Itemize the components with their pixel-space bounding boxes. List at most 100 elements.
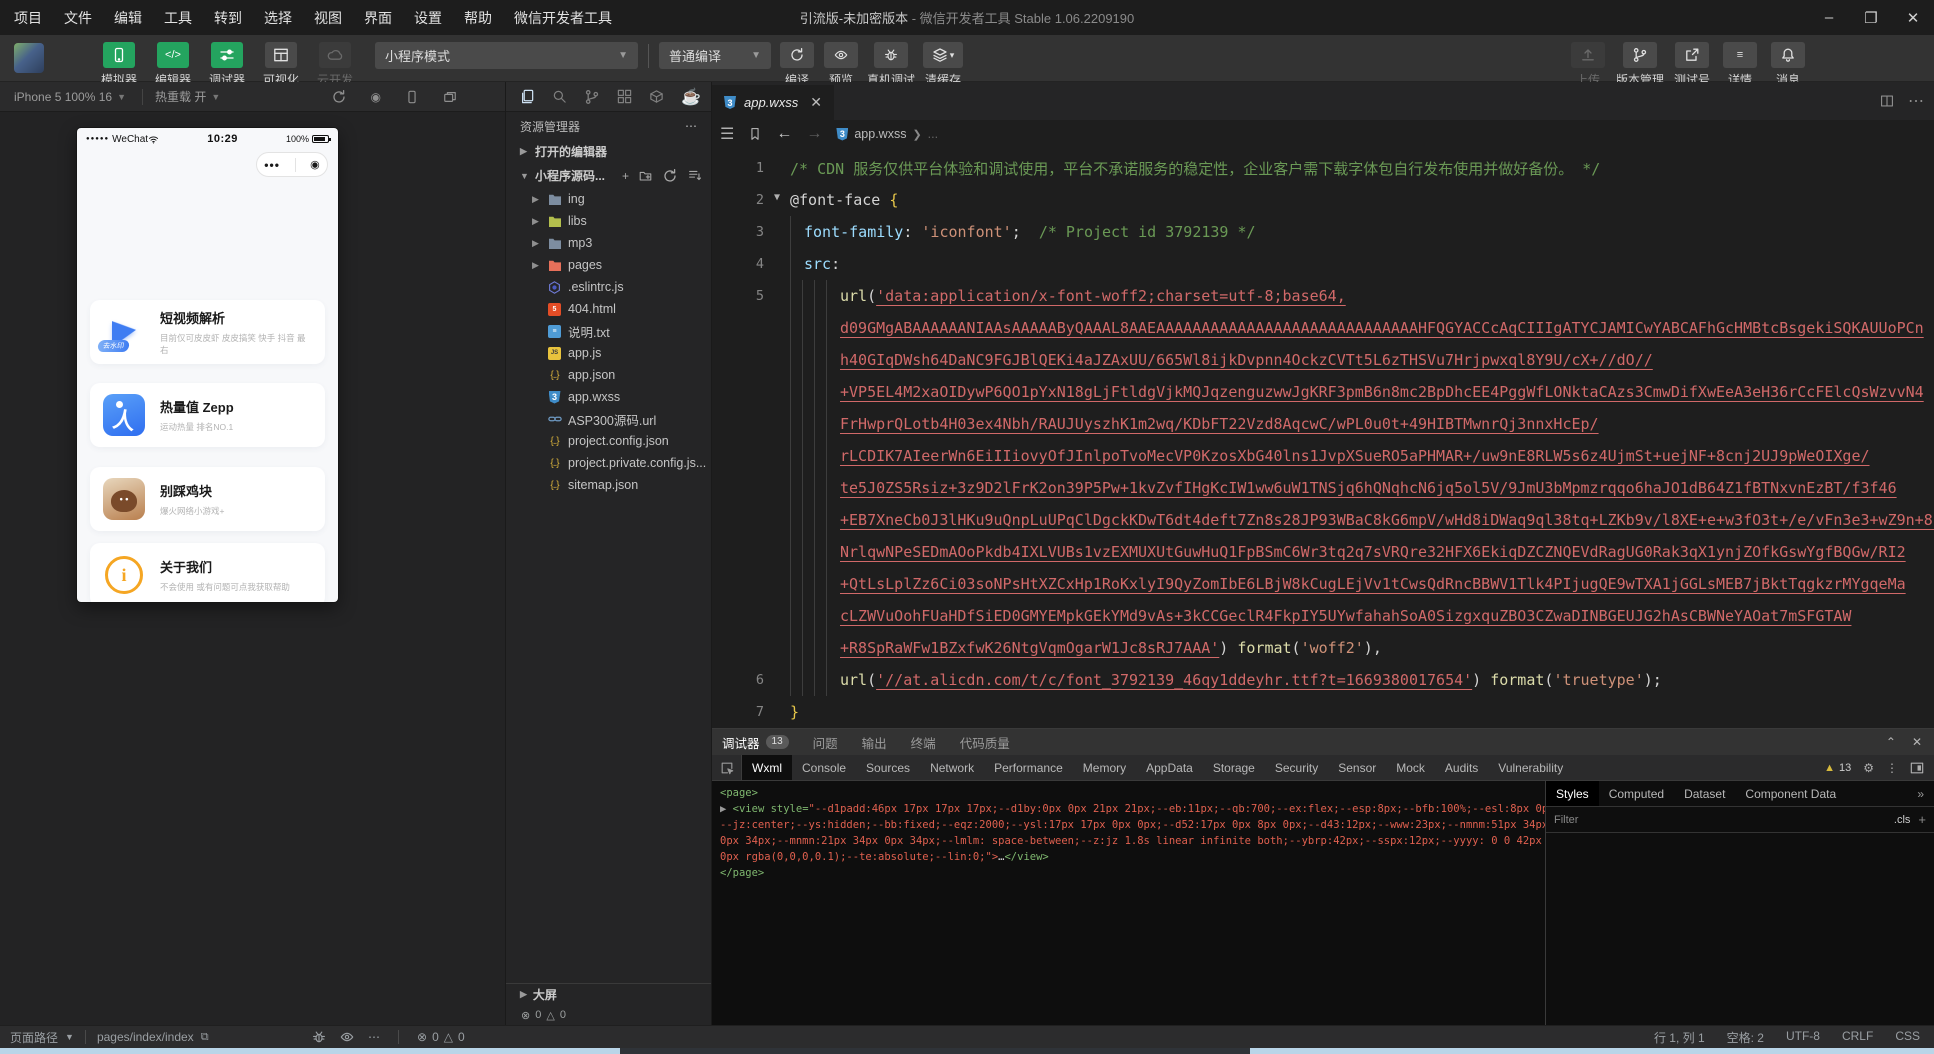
more-icon[interactable]: ⋯: [685, 119, 697, 133]
package-icon[interactable]: [649, 89, 664, 104]
code-line[interactable]: 2 ▼ @font-face {: [712, 184, 1934, 216]
device-selector[interactable]: iPhone 5 100% 16: [14, 90, 112, 104]
styles-tab-styles[interactable]: Styles: [1546, 781, 1599, 806]
close-tab-icon[interactable]: ✕: [810, 94, 822, 111]
menu-item[interactable]: 转到: [214, 8, 242, 28]
current-page-path[interactable]: pages/index/index: [97, 1030, 194, 1044]
code-line[interactable]: +R8SpRaWFw1BZxfwK26NtgVqmOgarW1Jc8sRJ7AA…: [712, 632, 1934, 664]
tree-item[interactable]: {..} sitemap.json: [506, 474, 711, 496]
devtools-tab-audits[interactable]: Audits: [1435, 755, 1488, 780]
inspect-element-icon[interactable]: [712, 755, 742, 780]
devtools-tab-appdata[interactable]: AppData: [1136, 755, 1203, 780]
menu-item[interactable]: 选择: [264, 8, 292, 28]
styles-tab-dataset[interactable]: Dataset: [1674, 781, 1735, 806]
tree-item[interactable]: ▶ pages: [506, 254, 711, 276]
tree-item[interactable]: {..} app.json: [506, 364, 711, 386]
exit-target-icon[interactable]: ◉: [310, 158, 320, 171]
bug-icon[interactable]: [312, 1030, 326, 1044]
mini-program-card[interactable]: 去水印 短视频解析 目前仅可皮皮虾 皮皮搞笑 快手 抖音 最右: [90, 300, 325, 364]
wxml-tree[interactable]: <page> ▶ <view style="--d1padd:46px 17px …: [712, 781, 1545, 1025]
devtools-tab-sources[interactable]: Sources: [856, 755, 920, 780]
outline-icon[interactable]: ☰: [720, 124, 734, 144]
mode-select-0[interactable]: 小程序模式 ▼: [375, 42, 638, 69]
tree-item[interactable]: {..} project.config.json: [506, 430, 711, 452]
close-icon[interactable]: ✕: [1892, 0, 1934, 35]
wxml-node[interactable]: 0px 34px;--mnmn:21px 34px 0px 34px;--lml…: [720, 833, 1545, 849]
hot-reload-toggle[interactable]: 热重载 开: [155, 88, 206, 105]
devtools-settings-gear-icon[interactable]: ⚙: [1863, 761, 1874, 775]
styles-tab-computed[interactable]: Computed: [1599, 781, 1674, 806]
devtools-tab-mock[interactable]: Mock: [1386, 755, 1435, 780]
device-icon[interactable]: [405, 89, 419, 105]
menu-item[interactable]: 工具: [164, 8, 192, 28]
open-editors-section[interactable]: ▶ 打开的编辑器: [506, 140, 711, 163]
debugger-tab-终端[interactable]: 终端: [911, 733, 936, 752]
code-line[interactable]: +QtLsLplZz6Ci03soNPsHtXZCxHp1RoKxlyI9QyZ…: [712, 568, 1934, 600]
fold-chevron-icon[interactable]: ▼: [774, 192, 780, 203]
code-line[interactable]: NrlqwNPeSEDmAOoPkdb4IXLVUBs1vzEXMUXUtGuw…: [712, 536, 1934, 568]
tabs-overflow-icon[interactable]: »: [1917, 781, 1934, 806]
minimize-icon[interactable]: –: [1808, 0, 1850, 35]
files-icon[interactable]: [520, 89, 535, 104]
search-icon[interactable]: [552, 89, 567, 104]
wxml-node[interactable]: </page>: [720, 865, 1545, 881]
devtools-tab-storage[interactable]: Storage: [1203, 755, 1265, 780]
kettle-icon[interactable]: ☕: [681, 87, 701, 107]
code-line[interactable]: rLCDIK7AIeerWn6EiIIiovyOfJInlpoTvoMecVP0…: [712, 440, 1934, 472]
more-icon[interactable]: ⋯: [368, 1030, 380, 1044]
user-avatar[interactable]: [14, 43, 44, 73]
devtools-tab-console[interactable]: Console: [792, 755, 856, 780]
menu-item[interactable]: 项目: [14, 8, 42, 28]
devtools-tab-wxml[interactable]: Wxml: [742, 755, 792, 780]
status-item[interactable]: CSS: [1895, 1029, 1920, 1046]
status-item[interactable]: 行 1, 列 1: [1654, 1029, 1705, 1046]
tree-item[interactable]: 3 app.wxss: [506, 386, 711, 408]
mini-program-card[interactable]: 人热量值 Zepp 运动热量 排名NO.1: [90, 383, 325, 447]
devtools-tab-vulnerability[interactable]: Vulnerability: [1488, 755, 1573, 780]
menu-item[interactable]: 文件: [64, 8, 92, 28]
devtools-tab-performance[interactable]: Performance: [984, 755, 1073, 780]
wxml-node[interactable]: 0px rgba(0,0,0,0.1);--te:absolute;--lin:…: [720, 849, 1545, 865]
devtools-tab-network[interactable]: Network: [920, 755, 984, 780]
close-panel-icon[interactable]: ✕: [1912, 735, 1922, 749]
refresh-icon[interactable]: [331, 89, 347, 105]
split-editor-icon[interactable]: [1880, 91, 1894, 111]
detach-icon[interactable]: [443, 89, 457, 105]
maximize-icon[interactable]: ❐: [1850, 0, 1892, 35]
debugger-tab-调试器[interactable]: 调试器 13: [722, 733, 789, 752]
tree-item[interactable]: ▶ libs: [506, 210, 711, 232]
extensions-icon[interactable]: [617, 89, 632, 104]
styles-tab-component-data[interactable]: Component Data: [1735, 781, 1846, 806]
menu-item[interactable]: 设置: [414, 8, 442, 28]
page-path-selector[interactable]: 页面路径: [10, 1029, 58, 1046]
tree-item[interactable]: ▶ ing: [506, 188, 711, 210]
tree-item[interactable]: .eslintrc.js: [506, 276, 711, 298]
tree-item[interactable]: 5 404.html: [506, 298, 711, 320]
nav-back-icon[interactable]: ←: [776, 125, 792, 143]
code-line[interactable]: 6 url('//at.alicdn.com/t/c/font_3792139_4…: [712, 664, 1934, 696]
collapse-panel-icon[interactable]: ⌃: [1886, 735, 1896, 749]
wxml-node[interactable]: --jz:center;--ys:hidden;--bb:fixed;--eqz…: [720, 817, 1545, 833]
menu-item[interactable]: 帮助: [464, 8, 492, 28]
dock-side-icon[interactable]: [1910, 761, 1924, 775]
copy-path-icon[interactable]: ⧉: [201, 1031, 209, 1044]
wxml-node[interactable]: <page>: [720, 785, 1545, 801]
status-item[interactable]: UTF-8: [1786, 1029, 1820, 1046]
status-item[interactable]: CRLF: [1842, 1029, 1873, 1046]
code-line[interactable]: 1 /* CDN 服务仅供平台体验和调试使用，平台不承诺服务的稳定性，企业客户需下…: [712, 152, 1934, 184]
problems-counter[interactable]: ⊗ 0 △ 0: [417, 1030, 465, 1044]
code-line[interactable]: FrHwprQLotb4H03ex4Nbh/RAUJUyszhK1m2wq/KD…: [712, 408, 1934, 440]
collapse-icon[interactable]: [688, 168, 701, 184]
tree-item[interactable]: ▶ mp3: [506, 232, 711, 254]
menu-item[interactable]: 视图: [314, 8, 342, 28]
code-content[interactable]: 1 /* CDN 服务仅供平台体验和调试使用，平台不承诺服务的稳定性，企业客户需下…: [712, 152, 1934, 728]
status-item[interactable]: 空格: 2: [1727, 1029, 1764, 1046]
menu-item[interactable]: 界面: [364, 8, 392, 28]
tree-item[interactable]: JS app.js: [506, 342, 711, 364]
code-line[interactable]: 4 src:: [712, 248, 1934, 280]
nav-forward-icon[interactable]: →: [806, 125, 822, 143]
tab-app-wxss[interactable]: 3 app.wxss ✕: [712, 85, 834, 120]
plus-icon[interactable]: +: [622, 168, 629, 184]
mini-program-card[interactable]: 别踩鸡块爆火网络小游戏+: [90, 467, 325, 531]
devtools-tab-memory[interactable]: Memory: [1073, 755, 1136, 780]
